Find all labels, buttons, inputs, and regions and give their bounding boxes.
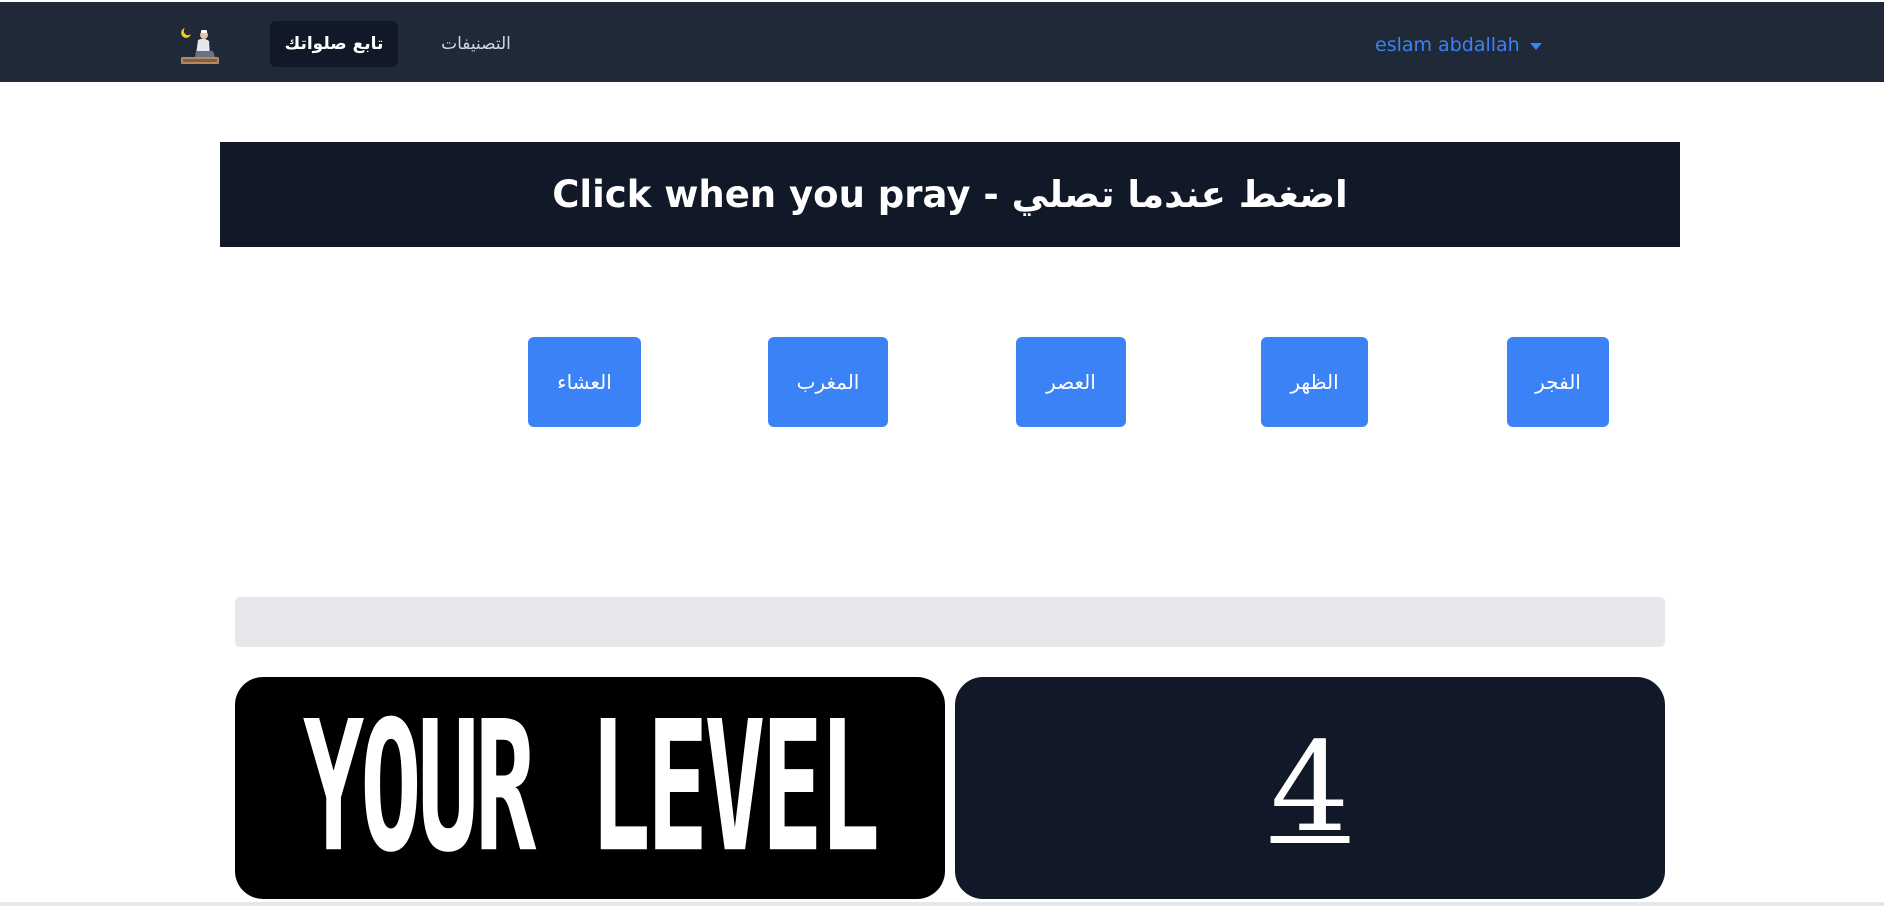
page-title-banner: Click when you pray - اضغط عندما تصلي bbox=[220, 142, 1680, 247]
top-navbar: تابع صلواتك التصنيفات eslam abdallah bbox=[0, 2, 1884, 82]
user-menu-dropdown[interactable]: eslam abdallah bbox=[1375, 28, 1542, 62]
prayer-progress-bar bbox=[235, 597, 1665, 647]
level-card: 4 bbox=[955, 677, 1665, 899]
maghrib-button[interactable]: المغرب bbox=[768, 337, 888, 427]
caret-down-icon bbox=[1529, 42, 1542, 50]
asr-button[interactable]: العصر bbox=[1016, 337, 1126, 427]
your-level-image: YOUR LEVEL bbox=[235, 677, 945, 899]
level-value: 4 bbox=[1270, 716, 1350, 860]
your-level-logo: YOUR LEVEL bbox=[303, 683, 880, 893]
dhuhr-button[interactable]: الظهر bbox=[1261, 337, 1368, 427]
user-name: eslam abdallah bbox=[1375, 34, 1520, 56]
page-title: Click when you pray - اضغط عندما تصلي bbox=[552, 173, 1348, 216]
fajr-button[interactable]: الفجر bbox=[1507, 337, 1609, 427]
praying-person-icon[interactable] bbox=[177, 24, 223, 66]
isha-button[interactable]: العشاء bbox=[528, 337, 641, 427]
page-bottom-edge bbox=[0, 902, 1884, 906]
nav-rankings[interactable]: التصنيفات bbox=[428, 21, 524, 67]
nav-track-prayers[interactable]: تابع صلواتك bbox=[270, 21, 398, 67]
